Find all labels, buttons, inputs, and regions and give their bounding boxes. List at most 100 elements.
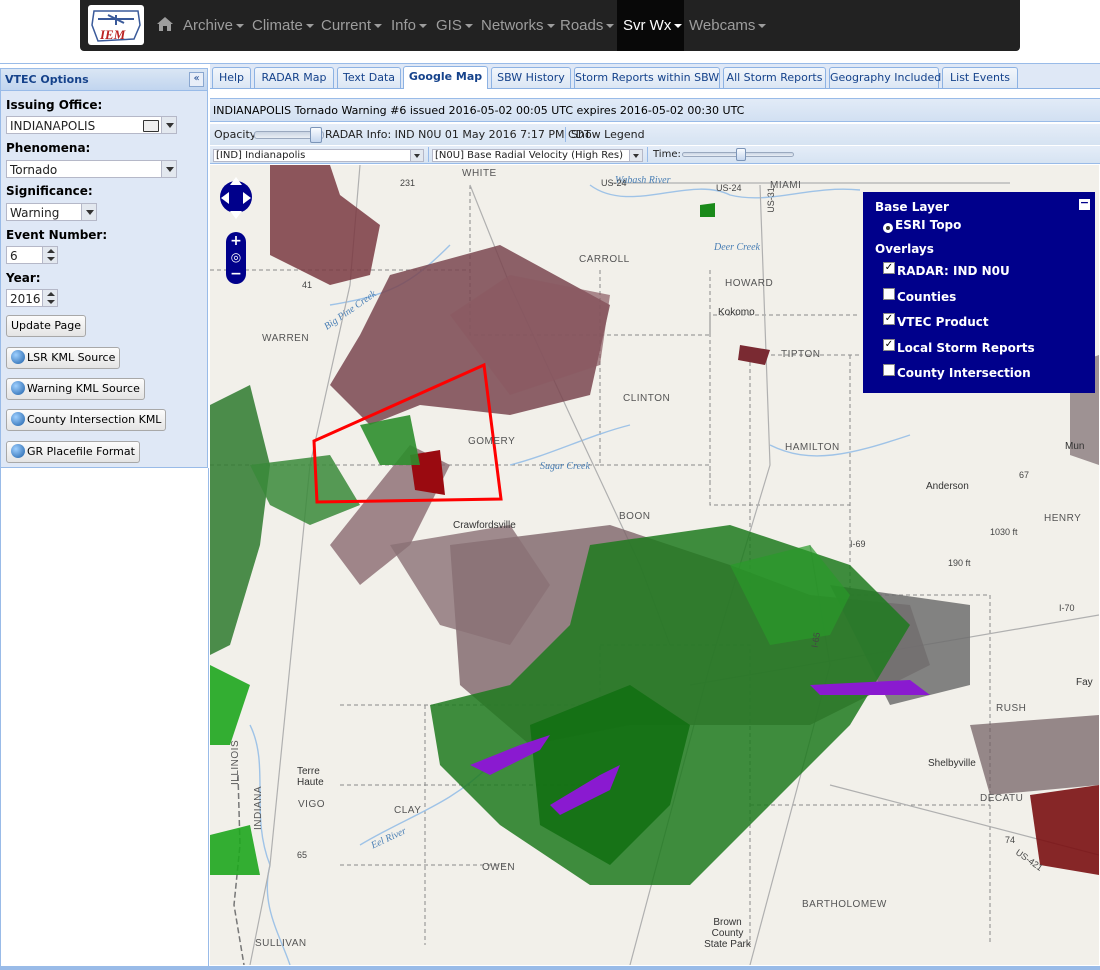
- tab-list-events[interactable]: List Events: [942, 67, 1018, 88]
- year-stepper[interactable]: 2016: [6, 289, 58, 307]
- home-icon[interactable]: [156, 16, 174, 32]
- slider-thumb[interactable]: [736, 148, 746, 161]
- highway-label: I-70: [1059, 603, 1075, 613]
- opacity-label: Opacity: [214, 128, 257, 141]
- highway-label: US-24: [601, 178, 627, 188]
- city-label: Kokomo: [718, 307, 755, 318]
- highway-label: 231: [400, 178, 416, 188]
- nav-svr-wx[interactable]: Svr Wx: [623, 17, 683, 37]
- warning-kml-button[interactable]: Warning KML Source: [6, 378, 145, 400]
- highway-label: 74: [1005, 835, 1016, 845]
- checkbox-icon[interactable]: [883, 363, 895, 376]
- spinner-arrows-icon[interactable]: [42, 246, 58, 264]
- tab-google-map[interactable]: Google Map: [403, 66, 488, 89]
- pan-control[interactable]: [218, 173, 254, 225]
- nav-climate[interactable]: Climate: [252, 17, 314, 37]
- update-page-button[interactable]: Update Page: [6, 315, 86, 337]
- base-layer-esri-topo[interactable]: ESRI Topo: [883, 218, 961, 233]
- tab-sbw-history[interactable]: SBW History: [491, 67, 571, 88]
- event-number-label: Event Number:: [6, 228, 108, 242]
- radar-product-select[interactable]: [N0U] Base Radial Velocity (High Res): [432, 149, 643, 162]
- overlay-county-intersection[interactable]: County Intersection: [883, 363, 1031, 380]
- event-number-stepper[interactable]: 6: [6, 246, 58, 264]
- zoom-out-icon[interactable]: −: [226, 266, 246, 282]
- county-label: WARREN: [262, 333, 310, 344]
- significance-select[interactable]: Warning: [6, 203, 97, 221]
- nav-archive[interactable]: Archive: [183, 17, 245, 37]
- checkbox-checked-icon[interactable]: ✓: [883, 338, 895, 351]
- county-label: CLAY: [394, 805, 422, 816]
- panel-title: VTEC Options: [5, 73, 89, 86]
- logo-text: IEM: [100, 27, 126, 42]
- radar-site-select[interactable]: [IND] Indianapolis: [213, 149, 424, 162]
- pan-up-icon: [230, 177, 242, 185]
- iem-logo[interactable]: IEM: [88, 5, 144, 45]
- highway-label: US-31: [765, 187, 776, 213]
- gr-placefile-button[interactable]: GR Placefile Format: [6, 441, 140, 463]
- minimize-icon[interactable]: −: [1079, 197, 1090, 210]
- city-label: Mun: [1065, 441, 1085, 452]
- tab-bar: Help RADAR Map Text Data Google Map SBW …: [210, 64, 1100, 89]
- nav-roads[interactable]: Roads: [560, 17, 615, 37]
- phenomena-select[interactable]: Tornado: [6, 160, 177, 178]
- google-earth-icon: [11, 444, 25, 458]
- overlay-radar[interactable]: ✓ RADAR: IND N0U: [883, 261, 1010, 278]
- state-label: ILLINOIS: [230, 739, 241, 785]
- elevation-label: 190 ft: [948, 558, 971, 568]
- overlays-heading: Overlays: [875, 242, 934, 256]
- tab-help[interactable]: Help: [212, 67, 251, 88]
- slider-thumb[interactable]: [310, 127, 322, 143]
- issuing-office-label: Issuing Office:: [6, 98, 103, 112]
- globe-icon[interactable]: ◎: [226, 249, 246, 265]
- county-label: TIPTON: [781, 349, 821, 360]
- separator: [565, 127, 566, 142]
- tab-text-data[interactable]: Text Data: [337, 67, 401, 88]
- chevron-down-icon: [629, 149, 643, 162]
- spinner-arrows-icon[interactable]: [42, 289, 58, 307]
- show-legend-button[interactable]: Show Legend: [571, 124, 645, 145]
- city-label: Shelbyville: [928, 758, 976, 769]
- park-label: Brown County State Park: [704, 917, 751, 950]
- county-label: OWEN: [482, 862, 516, 873]
- county-label: CARROLL: [579, 254, 630, 265]
- nav-webcams[interactable]: Webcams: [689, 17, 767, 37]
- chevron-down-icon: [81, 203, 97, 221]
- issuing-office-select[interactable]: INDIANAPOLIS: [6, 116, 177, 134]
- list-icon: [143, 120, 159, 132]
- overlay-vtec-product[interactable]: ✓ VTEC Product: [883, 312, 989, 329]
- base-layer-heading: Base Layer: [875, 200, 949, 214]
- checkbox-checked-icon[interactable]: ✓: [883, 261, 895, 274]
- county-label: CLINTON: [623, 393, 671, 404]
- separator: [428, 147, 429, 162]
- overlay-local-storm-reports[interactable]: ✓ Local Storm Reports: [883, 338, 1035, 355]
- chevron-down-icon: [606, 24, 615, 29]
- lsr-kml-button[interactable]: LSR KML Source: [6, 347, 121, 369]
- nav-networks[interactable]: Networks: [481, 17, 555, 37]
- city-label: Fay: [1076, 677, 1093, 688]
- checkbox-icon[interactable]: [883, 287, 895, 300]
- chevron-down-icon: [161, 160, 177, 178]
- tab-radar-map[interactable]: RADAR Map: [254, 67, 334, 88]
- highway-label: I-69: [850, 539, 866, 549]
- tab-geography-included[interactable]: Geography Included: [829, 67, 941, 88]
- nav-info[interactable]: Info: [391, 17, 428, 37]
- chevron-down-icon: [674, 24, 683, 29]
- tab-storm-reports-sbw[interactable]: Storm Reports within SBW: [574, 67, 720, 88]
- county-kml-button[interactable]: County Intersection KML: [6, 409, 167, 431]
- highway-label: 67: [1019, 470, 1030, 480]
- overlay-counties[interactable]: Counties: [883, 287, 956, 304]
- nav-gis[interactable]: GIS: [436, 17, 473, 37]
- elevation-label: 1030 ft: [990, 527, 1018, 537]
- highway-label: 65: [297, 850, 308, 860]
- map-canvas[interactable]: WHITE CARROLL HOWARD MIAMI WARREN TIPTON…: [210, 165, 1099, 965]
- checkbox-checked-icon[interactable]: ✓: [883, 312, 895, 325]
- nav-current[interactable]: Current: [321, 17, 383, 37]
- tab-all-storm-reports[interactable]: All Storm Reports: [723, 67, 826, 88]
- top-navbar: IEM Archive Climate Current Info GIS Net…: [80, 0, 1020, 51]
- time-slider[interactable]: [682, 148, 794, 161]
- radio-icon[interactable]: [883, 222, 893, 233]
- collapse-icon[interactable]: «: [189, 72, 204, 87]
- county-label: VIGO: [298, 799, 326, 810]
- zoom-in-icon[interactable]: +: [226, 233, 246, 249]
- opacity-slider[interactable]: [254, 127, 324, 143]
